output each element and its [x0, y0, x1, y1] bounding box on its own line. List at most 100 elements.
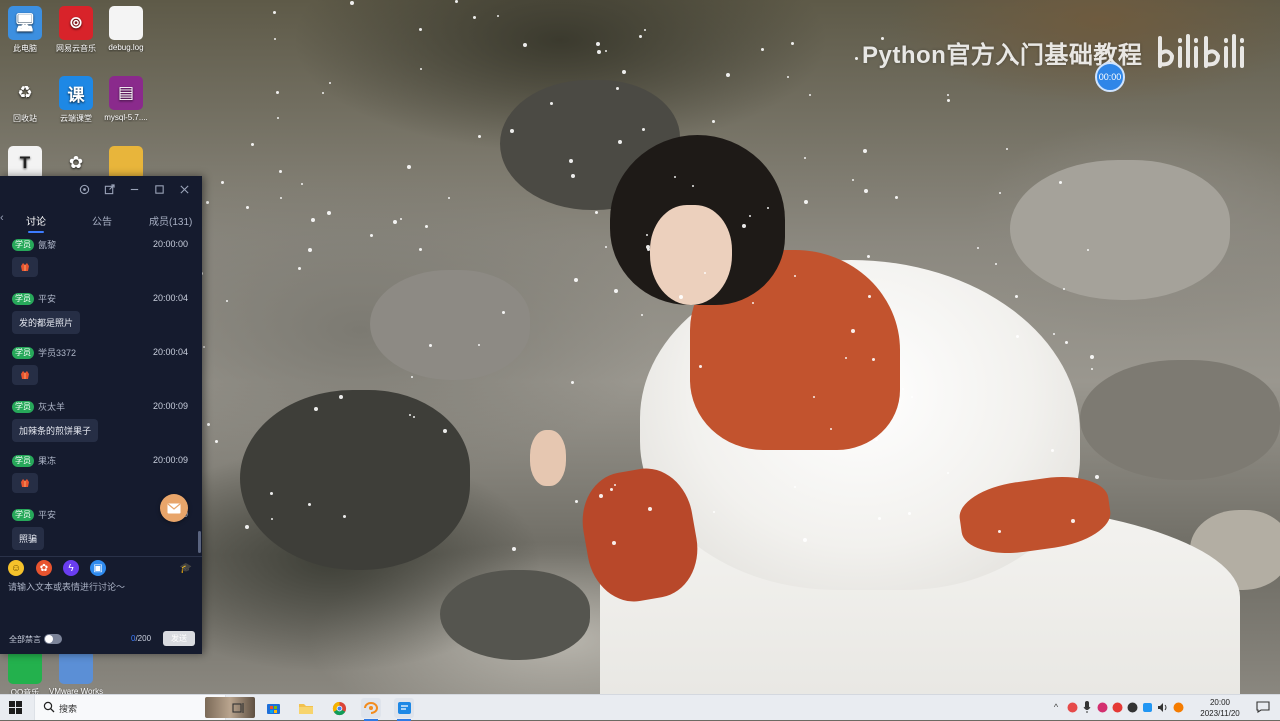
char-count-max: /200	[135, 634, 152, 643]
pin-icon[interactable]	[77, 182, 91, 196]
graduation-cap-icon[interactable]: 🎓	[178, 560, 194, 576]
tab-discussion[interactable]: 讨论	[26, 213, 46, 228]
minimize-icon[interactable]	[127, 182, 141, 196]
snow-sparkle	[713, 511, 715, 513]
store-icon[interactable]	[263, 698, 283, 718]
recording-timer-badge[interactable]: 00:00	[1095, 62, 1125, 92]
snow-sparkle	[995, 263, 997, 265]
desktop-shortcut[interactable]: ⊚ 网易云音乐	[49, 6, 103, 54]
tray-app-icon[interactable]	[1172, 701, 1184, 713]
snow-sparkle	[794, 486, 796, 488]
desktop-shortcut[interactable]: 🖥 此电脑	[0, 6, 52, 54]
desktop-shortcut[interactable]: 课云端课堂	[49, 76, 103, 124]
qq-music-icon	[8, 650, 42, 684]
tray-app-icon[interactable]	[1141, 701, 1153, 713]
windows-start-icon[interactable]	[9, 701, 22, 714]
text-file-icon	[109, 6, 143, 40]
desktop-shortcut[interactable]: ♻ 回收站	[0, 76, 52, 124]
discussion-chat-panel: ‹ 讨论 公告 成员(131) 学员 氤黎 20:00:00 学员 平安 20:00:04…	[0, 176, 202, 654]
scrollbar-thumb[interactable]	[198, 531, 201, 553]
classroom-icon[interactable]	[394, 698, 414, 721]
snow-sparkle	[863, 149, 867, 153]
message-text: 照骗	[12, 527, 45, 550]
sender-name[interactable]: 灰太羊	[38, 402, 65, 412]
snow-sparkle	[413, 416, 415, 418]
send-button[interactable]: 发送	[163, 631, 195, 646]
gift-icon[interactable]: ✿	[36, 560, 52, 576]
envelope-float-button[interactable]	[160, 494, 188, 522]
lightning-icon[interactable]: ϟ	[63, 560, 79, 576]
chevron-up-icon[interactable]: ^	[1050, 701, 1062, 713]
snow-sparkle	[699, 365, 702, 368]
sender-name[interactable]: 果冻	[38, 456, 56, 466]
message-header: 学员 灰太羊 20:00:09	[12, 400, 190, 414]
sender-name[interactable]: 氤黎	[38, 240, 56, 250]
bilibili-logo-icon	[1158, 34, 1245, 68]
task-view-icon[interactable]	[229, 698, 249, 718]
tray-app-icon[interactable]	[1126, 701, 1138, 713]
tray-app-icon[interactable]	[1096, 701, 1108, 713]
desktop-shortcut[interactable]: debug.log	[99, 6, 153, 52]
char-counter: 0/200	[131, 634, 151, 643]
sender-name[interactable]: 平安	[38, 510, 56, 520]
image-icon[interactable]: ▣	[90, 560, 106, 576]
snow-sparkle	[1090, 355, 1094, 359]
snow-sparkle	[742, 224, 746, 228]
snow-sparkle	[1006, 148, 1008, 150]
snow-sparkle	[614, 484, 616, 486]
snow-sparkle	[280, 197, 282, 199]
taskbar-search-box[interactable]: 搜索	[34, 695, 255, 720]
popout-icon[interactable]	[102, 182, 116, 196]
microphone-icon[interactable]	[1081, 701, 1093, 713]
chat-message-input[interactable]	[8, 580, 194, 618]
snow-sparkle	[622, 70, 626, 74]
snow-sparkle	[298, 267, 301, 270]
snow-sparkle	[749, 215, 751, 217]
message-scrollbar[interactable]	[198, 236, 201, 554]
snow-sparkle	[767, 207, 769, 209]
folder-icon	[109, 146, 143, 180]
maximize-icon[interactable]	[152, 182, 166, 196]
snow-sparkle	[443, 429, 447, 433]
snow-sparkle	[809, 94, 811, 96]
snow-sparkle	[813, 396, 815, 398]
snow-sparkle	[510, 129, 514, 133]
snow-sparkle	[648, 507, 652, 511]
file-explorer-icon[interactable]	[296, 698, 316, 718]
snow-sparkle	[597, 50, 601, 54]
snow-sparkle	[419, 28, 422, 31]
desktop-shortcut[interactable]: ▤ mysql-5.7....	[99, 76, 153, 122]
sender-name[interactable]: 学员3372	[38, 348, 76, 358]
message-text: 发的都是照片	[12, 311, 81, 334]
desktop-shortcut[interactable]: QQ音乐	[0, 650, 52, 698]
wallpaper-rock	[1080, 360, 1280, 480]
snow-sparkle	[1059, 181, 1062, 184]
tab-members[interactable]: 成员(131)	[149, 213, 192, 228]
chrome-icon[interactable]	[329, 698, 349, 718]
message-header: 学员 氤黎 20:00:00	[12, 238, 190, 252]
desktop-shortcut[interactable]: VMware Workstati...	[49, 650, 103, 696]
snow-sparkle	[610, 488, 613, 491]
notification-icon[interactable]	[1256, 701, 1270, 713]
role-badge: 学员	[12, 346, 34, 359]
close-icon[interactable]	[177, 182, 191, 196]
smile-emoji-icon[interactable]: ☺	[8, 560, 24, 576]
tab-announcement[interactable]: 公告	[92, 213, 112, 228]
snow-sparkle	[271, 518, 273, 520]
snow-sparkle	[370, 234, 373, 237]
snow-sparkle	[277, 117, 279, 119]
tray-app-icon[interactable]	[1066, 701, 1078, 713]
message-time: 20:00:04	[152, 347, 188, 357]
snow-sparkle	[1015, 295, 1018, 298]
sender-name[interactable]: 平安	[38, 294, 56, 304]
snow-sparkle	[221, 181, 224, 184]
tray-app-icon[interactable]	[1111, 701, 1123, 713]
snow-sparkle	[612, 541, 616, 545]
snow-sparkle	[868, 295, 871, 298]
snow-sparkle	[902, 388, 904, 390]
screen-recorder-icon[interactable]	[361, 698, 381, 721]
speaker-icon[interactable]	[1157, 701, 1169, 713]
mute-all-toggle[interactable]	[44, 634, 62, 644]
winrar-archive-icon: ▤	[109, 76, 143, 110]
system-clock[interactable]: 20:00 2023/11/20	[1194, 697, 1246, 719]
